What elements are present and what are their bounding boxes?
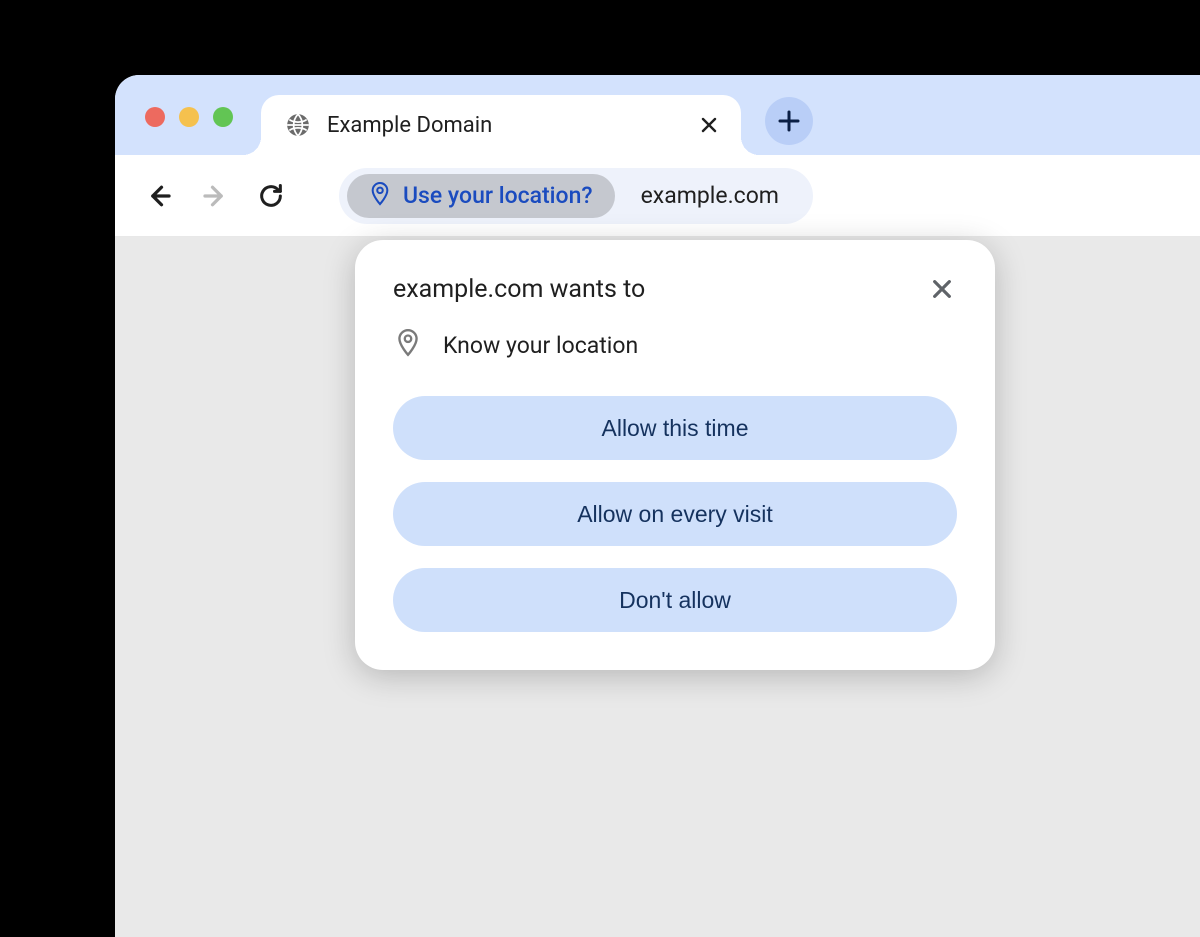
popover-title: example.com wants to [393, 275, 645, 304]
tab-strip: Example Domain [115, 75, 1200, 155]
tab-title: Example Domain [327, 113, 681, 138]
deny-button[interactable]: Don't allow [393, 568, 957, 632]
toolbar: Use your location? example.com [115, 155, 1200, 237]
back-button[interactable] [141, 178, 177, 214]
tab-close-button[interactable] [697, 113, 721, 137]
window-maximize-button[interactable] [213, 107, 233, 127]
location-pin-icon [369, 181, 391, 211]
popover-close-button[interactable] [927, 274, 957, 304]
new-tab-button[interactable] [765, 97, 813, 145]
permission-chip-label: Use your location? [403, 182, 593, 209]
popover-detail-label: Know your location [443, 332, 638, 359]
allow-always-button[interactable]: Allow on every visit [393, 482, 957, 546]
url-text: example.com [615, 182, 805, 209]
popover-header: example.com wants to [393, 274, 957, 304]
address-bar[interactable]: Use your location? example.com [339, 168, 813, 224]
browser-window: Example Domain Use your location? e [115, 75, 1200, 875]
allow-once-button[interactable]: Allow this time [393, 396, 957, 460]
location-pin-icon [395, 328, 421, 362]
reload-button[interactable] [253, 178, 289, 214]
window-minimize-button[interactable] [179, 107, 199, 127]
permission-chip[interactable]: Use your location? [347, 174, 615, 218]
popover-detail: Know your location [393, 328, 957, 362]
permission-popover: example.com wants to Know your location … [355, 240, 995, 670]
window-close-button[interactable] [145, 107, 165, 127]
browser-tab[interactable]: Example Domain [261, 95, 741, 155]
globe-icon [285, 112, 311, 138]
forward-button[interactable] [197, 178, 233, 214]
